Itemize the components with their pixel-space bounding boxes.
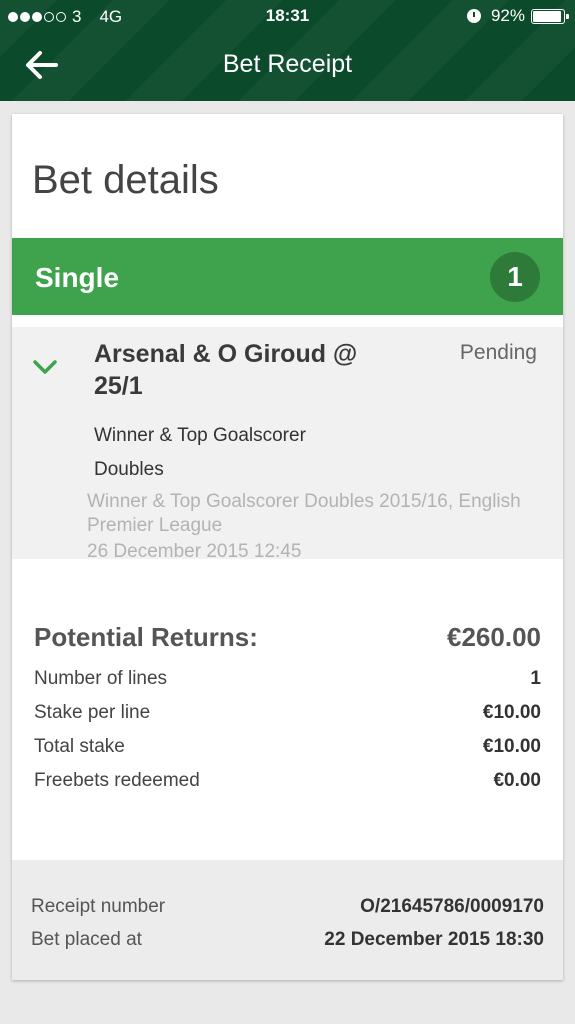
detail-row: Stake per line €10.00 [34, 696, 541, 730]
card-title: Bet details [32, 158, 219, 202]
market-name: Winner & Top Goalscorer Doubles [94, 425, 306, 480]
bet-placed-label: Bet placed at [31, 929, 142, 950]
detail-label: Freebets redeemed [34, 770, 200, 791]
detail-value: 1 [530, 668, 541, 689]
detail-label: Number of lines [34, 668, 168, 689]
bet-placed-row: Bet placed at 22 December 2015 18:30 [31, 929, 544, 959]
bet-details-card: Bet details Single 1 Arsenal & O Giroud … [12, 114, 563, 980]
detail-row: Freebets redeemed €0.00 [34, 764, 541, 798]
detail-value: €10.00 [482, 736, 541, 757]
battery-percent: 92% [490, 6, 525, 25]
battery-icon [531, 8, 569, 24]
receipt-number-label: Receipt number [31, 896, 166, 917]
selection-status: Pending [459, 341, 537, 364]
bet-placed-value: 22 December 2015 18:30 [324, 929, 544, 950]
chevron-down-icon[interactable] [32, 357, 58, 377]
receipt-number-row: Receipt number O/21645786/0009170 [31, 896, 544, 926]
receipt-footer: Receipt number O/21645786/0009170 Bet pl… [12, 860, 563, 980]
potential-returns-label: Potential Returns: [34, 622, 258, 652]
detail-label: Total stake [34, 736, 125, 757]
event-description: Winner & Top Goalscorer Doubles 2015/16,… [87, 491, 521, 536]
nav-bar: Bet Receipt [0, 32, 575, 101]
potential-returns-value: €260.00 [447, 622, 541, 652]
detail-label: Stake per line [34, 702, 151, 723]
detail-value: €0.00 [493, 770, 541, 791]
bet-type-bar: Single 1 [12, 238, 563, 315]
receipt-number-value: O/21645786/0009170 [360, 896, 544, 917]
bet-type-label: Single [35, 262, 120, 293]
status-right: 92% [466, 6, 569, 26]
detail-row: Total stake €10.00 [34, 730, 541, 764]
potential-returns-row: Potential Returns: €260.00 [34, 622, 541, 662]
alarm-icon [466, 9, 481, 23]
status-bar: 3 4G 18:31 92% [0, 0, 575, 32]
page-title: Bet Receipt [222, 50, 353, 78]
event-time: 26 December 2015 12:45 [87, 541, 302, 562]
detail-row: Number of lines 1 [34, 662, 541, 696]
returns-section: Potential Returns: €260.00 Number of lin… [34, 622, 541, 798]
selection-row[interactable]: Arsenal & O Giroud @ 25/1 Pending Winner… [12, 327, 563, 562]
app-header: 3 4G 18:31 92% Bet Receipt [0, 0, 575, 101]
selection-name: Arsenal & O Giroud @ 25/1 [94, 340, 358, 400]
bet-count-badge: 1 [490, 252, 540, 302]
detail-value: €10.00 [482, 702, 541, 723]
